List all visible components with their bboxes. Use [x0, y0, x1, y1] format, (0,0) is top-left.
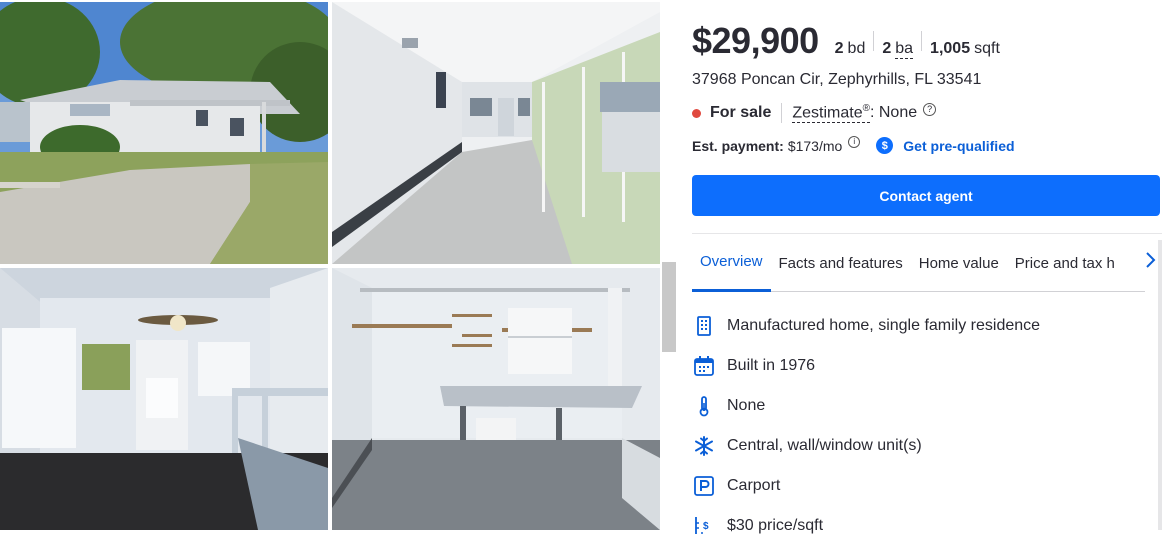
parking-icon [692, 474, 716, 498]
zestimate-link[interactable]: Zestimate® [792, 103, 870, 124]
info-icon[interactable]: i [848, 135, 861, 148]
contact-agent-button[interactable]: Contact agent [692, 175, 1160, 216]
ruler-dollar-icon: $ [692, 514, 716, 534]
payment-label: Est. payment: [692, 137, 784, 154]
photo-workbench[interactable] [332, 268, 660, 530]
divider [873, 31, 875, 51]
thermometer-icon [692, 394, 716, 418]
fact-text: Manufactured home, single family residen… [727, 317, 1041, 334]
fact-text: $30 price/sqft [727, 517, 824, 534]
beds-unit: bd [847, 40, 866, 57]
status-dot-icon [692, 108, 701, 118]
listing-details: $29,900 2 bd 2 ba 1,005 sqft 37968 Ponca… [692, 0, 1167, 534]
zestimate-label: Zestimate [792, 104, 863, 122]
sqft-value: 1,005 [930, 40, 971, 57]
divider [781, 103, 783, 124]
fact-text: Built in 1976 [727, 357, 816, 374]
fact-parking: Carport [692, 466, 1040, 506]
status-row: For sale Zestimate®: None ? [692, 102, 937, 124]
snowflake-icon [692, 434, 716, 458]
calendar-icon [692, 354, 716, 378]
tab-overview[interactable]: Overview [692, 234, 771, 292]
baths-unit: ba [895, 40, 914, 59]
fact-home-type: Manufactured home, single family residen… [692, 306, 1040, 346]
building-icon [692, 314, 716, 338]
address: 37968 Poncan Cir, Zephyrhills, FL 33541 [692, 71, 982, 88]
baths-value: 2 [882, 40, 892, 57]
panel-scrollbar[interactable] [1158, 240, 1162, 530]
photo-gallery [0, 0, 676, 534]
tab-price-tax-history[interactable]: Price and tax h [1007, 234, 1115, 292]
dollar-icon: $ [876, 137, 894, 154]
svg-text:$: $ [703, 521, 709, 532]
price: $29,900 [692, 20, 819, 61]
facts-list: Manufactured home, single family residen… [692, 306, 1040, 534]
divider [921, 31, 923, 51]
beds-value: 2 [834, 40, 844, 57]
zestimate-value: : None [869, 104, 918, 122]
fact-price-per-sqft: $ $30 price/sqft [692, 506, 1040, 534]
zestimate-reg: ® [862, 103, 870, 114]
info-panel: Overview Facts and features Home value P… [692, 233, 1162, 534]
status-text: For sale [710, 104, 772, 122]
sqft: 1,005 sqft [930, 40, 1000, 58]
sqft-unit: sqft [974, 40, 1000, 57]
beds: 2 bd [835, 40, 866, 58]
payment-row: Est. payment: $173/mo i $ Get pre-qualif… [692, 135, 1015, 154]
payment-value: $173/mo [787, 137, 843, 154]
photo-interior-room[interactable] [0, 268, 328, 530]
tab-bar: Overview Facts and features Home value P… [692, 234, 1145, 292]
tab-facts-features[interactable]: Facts and features [771, 234, 911, 292]
fact-year-built: Built in 1976 [692, 346, 1040, 386]
listing-page: $29,900 2 bd 2 ba 1,005 sqft 37968 Ponca… [0, 0, 1167, 534]
price-row: $29,900 2 bd 2 ba 1,005 sqft [692, 20, 1000, 62]
tab-home-value[interactable]: Home value [911, 234, 1007, 292]
photo-exterior[interactable] [0, 2, 328, 264]
photo-carport[interactable] [332, 2, 660, 264]
photo-scrollbar[interactable] [662, 262, 676, 352]
fact-text: None [727, 397, 766, 414]
fact-cooling: Central, wall/window unit(s) [692, 426, 1040, 466]
fact-text: Carport [727, 477, 781, 494]
fact-heating: None [692, 386, 1040, 426]
prequal-link[interactable]: Get pre-qualified [903, 138, 1014, 154]
help-icon[interactable]: ? [923, 102, 937, 116]
fact-text: Central, wall/window unit(s) [727, 437, 922, 454]
baths[interactable]: 2 ba [882, 40, 914, 59]
